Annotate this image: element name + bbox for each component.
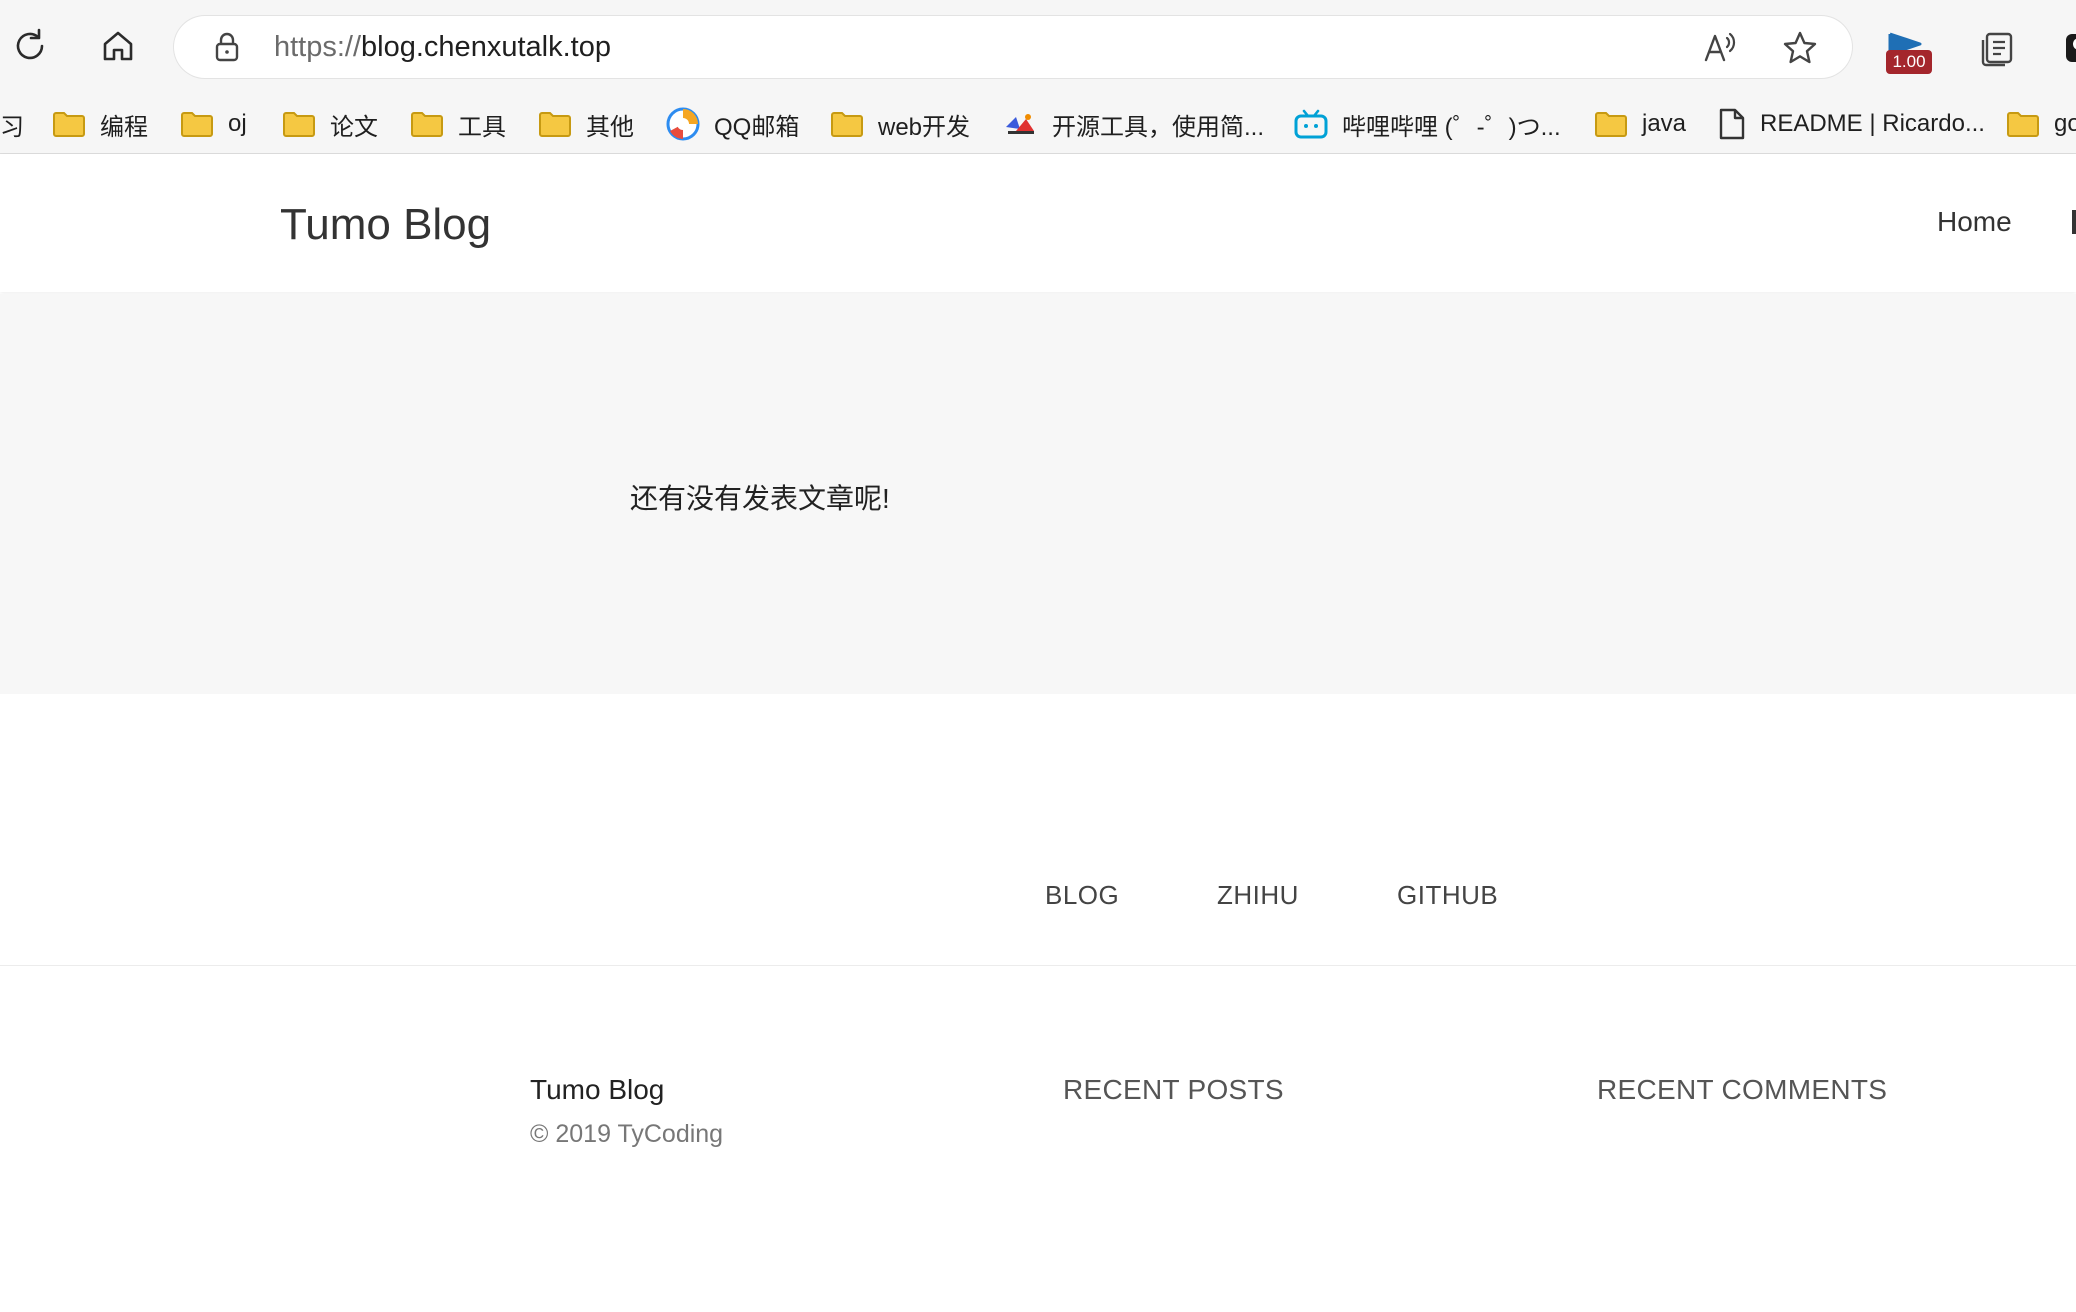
bookmark-readme[interactable]: README | Ricardo...: [1718, 95, 1985, 153]
folder-icon: [283, 112, 315, 137]
folder-icon: [831, 112, 863, 137]
footer-recent-posts-heading: RECENT POSTS: [1063, 1074, 1284, 1105]
home-icon[interactable]: [88, 16, 148, 76]
bookmark-qq-mail[interactable]: QQ邮箱: [666, 95, 799, 153]
footer-recent-comments-heading: RECENT COMMENTS: [1597, 1074, 1888, 1105]
nav-home-link[interactable]: Home: [1937, 206, 2012, 238]
folder-icon: [1595, 112, 1627, 137]
url-host: blog.chenxutalk.top: [361, 31, 611, 63]
footer-brand: Tumo Blog: [530, 1074, 665, 1105]
footer-link-blog[interactable]: BLOG: [1045, 880, 1119, 911]
footer-columns: Tumo Blog © 2019 TyCoding RECENT POSTS R…: [0, 1070, 2076, 1190]
collections-icon[interactable]: [1978, 28, 2018, 68]
bookmark-label: 工具: [458, 113, 506, 141]
bookmark-folder-oj[interactable]: oj: [180, 95, 247, 153]
bookmark-folder-other[interactable]: 其他: [538, 95, 634, 153]
bookmark-folder-papers[interactable]: 论文: [282, 95, 378, 153]
bookmark-label: 论文: [330, 113, 378, 141]
site-brand-link[interactable]: Tumo Blog: [280, 200, 491, 250]
empty-posts-message: 还有没有发表文章呢!: [630, 483, 890, 514]
bookmark-partial[interactable]: 习: [0, 95, 24, 153]
refresh-icon[interactable]: [0, 16, 60, 76]
folder-icon: [411, 112, 443, 137]
footer-copyright: © 2019 TyCoding: [530, 1120, 724, 1148]
bookmark-label: 习: [0, 113, 24, 141]
bilibili-tv-icon: [1294, 109, 1328, 139]
address-bar[interactable]: https://blog.chenxutalk.top: [174, 16, 1852, 78]
bookmark-folder-tools[interactable]: 工具: [410, 95, 506, 153]
extension-badge: 1.00: [1886, 50, 1932, 74]
site-header: Tumo Blog Home: [0, 154, 2076, 292]
bookmark-label: 开源工具，使用简...: [1052, 113, 1265, 141]
bookmark-label: 编程: [100, 113, 148, 141]
bookmark-folder-programming[interactable]: 编程: [52, 95, 148, 153]
bookmark-label: java: [1642, 110, 1687, 137]
bookmark-folder-go[interactable]: go: [2006, 95, 2076, 153]
bookmark-label: 其他: [586, 113, 634, 141]
bookmark-folder-java[interactable]: java: [1594, 95, 1686, 153]
footer-link-github[interactable]: GITHUB: [1397, 880, 1498, 911]
url-scheme: https://: [274, 31, 362, 63]
footer-social-links: BLOG ZHIHU GITHUB: [0, 880, 2076, 920]
bookmark-label: web开发: [878, 113, 971, 141]
folder-icon: [539, 112, 571, 137]
bookmark-folder-web-dev[interactable]: web开发: [830, 95, 970, 153]
lock-icon[interactable]: [210, 30, 244, 64]
folder-icon: [2007, 112, 2039, 137]
browser-toolbar: https://blog.chenxutalk.top 1.00: [0, 0, 2076, 95]
bookmark-label: 哔哩哔哩 (゜-゜)つ...: [1342, 113, 1561, 141]
folder-icon: [53, 112, 85, 137]
profile-icon[interactable]: [2062, 30, 2076, 66]
bookmarks-bar: 习 编程 oj 论文 工具 其他 QQ邮箱 web开发 开源工具，使用简... …: [0, 95, 2076, 154]
page-icon: [1719, 108, 1745, 140]
footer-divider: [0, 965, 2076, 966]
bookmark-label: README | Ricardo...: [1760, 110, 1985, 137]
bookmark-label: oj: [228, 110, 247, 137]
url-text[interactable]: https://blog.chenxutalk.top: [274, 29, 611, 65]
bookmark-label: QQ邮箱: [714, 113, 800, 141]
qq-mail-icon: [666, 107, 700, 141]
site-logo-icon: [1006, 114, 1034, 134]
folder-icon: [181, 112, 213, 137]
bookmark-label: go: [2054, 110, 2076, 137]
bookmark-bilibili[interactable]: 哔哩哔哩 (゜-゜)つ...: [1294, 95, 1561, 153]
posts-area: 还有没有发表文章呢!: [0, 294, 2076, 694]
footer-link-zhihu[interactable]: ZHIHU: [1217, 880, 1299, 911]
read-aloud-icon[interactable]: [1700, 28, 1740, 68]
nav-next-item-partial[interactable]: [2072, 210, 2076, 234]
bookmark-open-source-tools[interactable]: 开源工具，使用简...: [1004, 95, 1264, 153]
favorite-star-icon[interactable]: [1780, 28, 1820, 68]
